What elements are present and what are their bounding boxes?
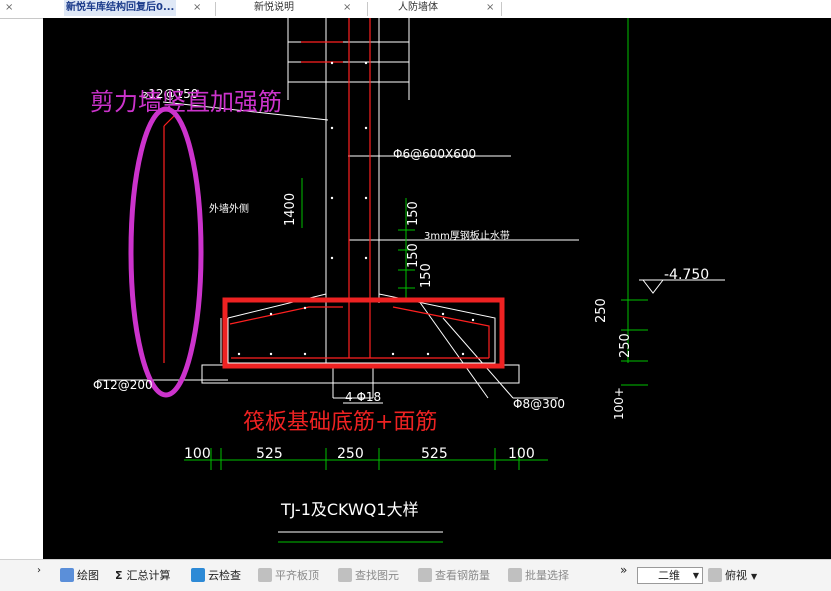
align-top-button[interactable]: 平齐板顶 <box>258 567 319 584</box>
cloud-check-button[interactable]: 云检查 <box>191 567 241 584</box>
label-tie: Φ6@600X600 <box>393 147 476 161</box>
cad-drawing-canvas[interactable]: ⌀12@150 Φ6@600X600 外墙外侧 3mm厚钢板止水带 -4.750… <box>43 18 831 559</box>
bottom-toolbar: › 绘图 Σ 汇总计算 云检查 平齐板顶 查找图元 查看钢筋量 批量选择 » 二维… <box>0 559 831 591</box>
annotation-shear-wall: 剪力墙竖直加强筋 <box>90 88 282 116</box>
tab-civil-defense-close-icon[interactable]: × <box>486 0 494 16</box>
more-tools-button[interactable]: » <box>620 562 627 579</box>
tab-structure[interactable]: 新悦车库结构回复后0... × <box>64 0 214 18</box>
cad-drawing: ⌀12@150 Φ6@600X600 外墙外侧 3mm厚钢板止水带 -4.750… <box>90 18 725 543</box>
label-dim-250b: 250 <box>618 333 633 358</box>
label-dim-250a: 250 <box>594 298 609 323</box>
tab-structure-label: 新悦车库结构回复后0... <box>64 0 177 16</box>
label-title: TJ-1及CKWQ1大样 <box>280 500 419 519</box>
view-angle-select[interactable]: 俯视 ▼ <box>708 567 757 584</box>
rebar-view-icon <box>418 568 432 582</box>
dim-100-left: 100 <box>184 446 211 462</box>
label-bottom-bars: 4 Φ18 <box>345 390 381 404</box>
cube-icon <box>708 568 722 582</box>
batch-select-button[interactable]: 批量选择 <box>508 567 569 584</box>
label-dim-100: 100+ <box>612 387 626 420</box>
align-top-icon <box>258 568 272 582</box>
label-dim-150a: 150 <box>406 201 421 226</box>
tab-civil-defense-label: 人防墙体 <box>398 2 438 13</box>
raft-highlight-box <box>222 297 505 369</box>
label-right-bar: Φ8@300 <box>513 397 565 411</box>
sigma-icon: Σ <box>115 569 123 582</box>
label-waterstop: 3mm厚钢板止水带 <box>424 229 510 242</box>
draw-icon <box>60 568 74 582</box>
tab-explanation-close-icon[interactable]: × <box>343 0 351 16</box>
draw-button[interactable]: 绘图 <box>60 567 99 584</box>
tab-structure-close-icon[interactable]: × <box>193 0 201 16</box>
shear-wall-highlight-ellipse <box>128 106 204 398</box>
label-outer-wall: 外墙外侧 <box>209 202 249 215</box>
tab-civil-defense-wall[interactable]: 人防墙体 × <box>398 0 508 18</box>
find-element-button[interactable]: 查找图元 <box>338 567 399 584</box>
annotation-raft: 筏板基础底筋+面筋 <box>243 410 437 435</box>
label-left-bar: Φ12@200 <box>93 378 153 392</box>
binoculars-icon <box>338 568 352 582</box>
chevron-down-icon: ▼ <box>751 572 758 581</box>
chevron-down-icon: ▼ <box>692 571 699 580</box>
dim-525-right: 525 <box>421 446 448 462</box>
tab-explanation[interactable]: 新悦说明 × <box>254 0 364 18</box>
label-level: -4.750 <box>664 267 709 283</box>
dim-100-right: 100 <box>508 446 535 462</box>
dim-250-mid: 250 <box>337 446 364 462</box>
cloud-check-icon <box>191 568 205 582</box>
dim-525-left: 525 <box>256 446 283 462</box>
document-tab-bar: × 新悦车库结构回复后0... × 新悦说明 × 人防墙体 × <box>0 0 831 19</box>
tab-explanation-label: 新悦说明 <box>254 2 294 13</box>
label-dim-150c: 150 <box>419 263 434 288</box>
summary-calc-button[interactable]: Σ 汇总计算 <box>115 567 171 584</box>
label-dim-1400: 1400 <box>283 193 298 226</box>
view-rebar-button[interactable]: 查看钢筋量 <box>418 567 490 584</box>
view-mode-select[interactable]: 二维 ▼ <box>637 567 703 584</box>
batch-select-icon <box>508 568 522 582</box>
toolbar-left-chevron-icon[interactable]: › <box>37 562 41 579</box>
